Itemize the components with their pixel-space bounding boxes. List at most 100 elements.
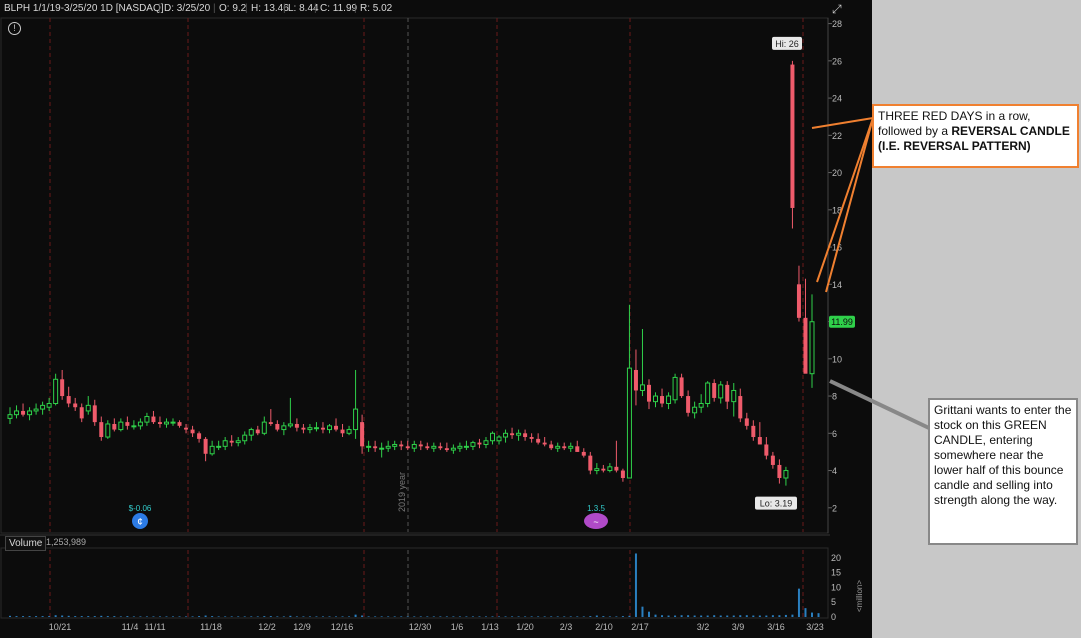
red-note-line1: THREE RED DAYS in a row,	[878, 109, 1031, 123]
red-note-line3-bold: (I.E. REVERSAL PATTERN)	[878, 139, 1031, 153]
volume-bar	[595, 615, 598, 617]
volume-bar	[132, 616, 135, 617]
price-chart: 24681012141618202224262810/2111/411/1111…	[0, 17, 864, 632]
volume-bar	[602, 616, 605, 617]
volume-bar	[667, 615, 670, 617]
volume-bar	[511, 616, 514, 617]
candle-body	[438, 446, 443, 449]
candle-body	[705, 382, 711, 405]
y-tick-label: 16	[832, 243, 842, 253]
candle-body	[79, 407, 84, 419]
volume-bar	[308, 616, 311, 617]
volume-unit: <million>	[855, 580, 864, 612]
candle-body	[809, 321, 815, 375]
last-price-label: 11.99	[831, 317, 853, 327]
candle-body	[301, 427, 306, 430]
volume-bar	[400, 616, 403, 617]
candle-body	[334, 425, 339, 430]
candle-body	[757, 437, 762, 445]
candle-body	[7, 414, 13, 419]
candle-body	[85, 404, 91, 412]
candle-body	[392, 443, 398, 447]
candle-body	[242, 434, 248, 442]
candle-body	[601, 468, 606, 471]
volume-bar	[543, 616, 546, 617]
candle-body	[725, 384, 730, 402]
candle-body	[594, 468, 600, 472]
volume-bar	[145, 616, 148, 617]
candle-body	[483, 440, 489, 445]
candle-body	[197, 433, 202, 439]
candle-body	[105, 423, 111, 438]
candle-body	[712, 383, 717, 398]
volume-bar	[654, 614, 657, 617]
candle-body	[14, 410, 20, 416]
candle-body	[777, 464, 782, 478]
candle-body	[40, 404, 46, 410]
candle-body	[411, 443, 417, 449]
candle-body	[516, 432, 522, 436]
candle-body	[46, 403, 52, 408]
volume-bar	[628, 615, 631, 617]
volume-bar	[165, 616, 168, 617]
volume-bar	[119, 616, 122, 617]
candle-body	[21, 410, 26, 415]
volume-bar	[15, 616, 18, 617]
candle-body	[379, 447, 385, 450]
news-icon-glyph: ~	[593, 517, 598, 527]
candle-body	[203, 438, 208, 454]
reversal-pattern-note: THREE RED DAYS in a row, followed by a R…	[872, 104, 1079, 168]
candle-body	[405, 446, 410, 449]
candle-body	[626, 367, 632, 479]
chart-panel[interactable]: BLPH 1/1/19-3/25/20 1D [NASDAQ] | D: 3/2…	[0, 0, 872, 638]
x-tick-label: 12/9	[293, 622, 311, 632]
candle-body	[431, 445, 437, 449]
lo-label: Lo: 3.19	[760, 499, 793, 509]
volume-bar	[380, 616, 383, 617]
volume-bar	[230, 616, 233, 617]
candle-body	[607, 466, 613, 472]
volume-tick-label: 5	[831, 597, 836, 607]
candle-body	[744, 418, 749, 426]
candle-body	[326, 425, 332, 431]
volume-bar	[445, 616, 448, 617]
volume-bar	[256, 616, 259, 617]
x-tick-label: 12/16	[331, 622, 354, 632]
volume-bar	[204, 615, 207, 617]
candle-body	[60, 379, 65, 397]
volume-bar	[413, 616, 416, 617]
x-tick-label: 2/17	[631, 622, 649, 632]
volume-bar	[641, 606, 644, 617]
volume-bar	[732, 615, 735, 617]
candle-body	[790, 64, 795, 208]
volume-bar	[41, 616, 44, 617]
volume-bar	[302, 616, 305, 617]
volume-bar	[126, 616, 129, 617]
volume-bar	[719, 615, 722, 617]
y-tick-label: 28	[832, 19, 842, 29]
volume-bar	[784, 614, 787, 617]
y-tick-label: 22	[832, 131, 842, 141]
volume-bar	[282, 616, 285, 617]
y-tick-label: 14	[832, 280, 842, 290]
candle-body	[112, 423, 117, 430]
volume-bar	[765, 615, 768, 617]
candle-body	[360, 422, 365, 447]
volume-bar	[250, 616, 253, 617]
candle-body	[425, 446, 430, 449]
y-tick-label: 8	[832, 392, 837, 402]
volume-bar	[224, 616, 227, 617]
candle-body	[287, 423, 293, 427]
candle-body	[633, 369, 638, 391]
candle-body	[137, 421, 143, 427]
candle-body	[639, 384, 645, 391]
volume-bar	[217, 616, 220, 617]
x-tick-label: 11/4	[122, 622, 139, 632]
volume-bar	[661, 615, 664, 617]
candle-body	[731, 389, 737, 403]
volume-bar	[647, 611, 650, 617]
y-tick-label: 26	[832, 56, 842, 66]
volume-bar	[680, 615, 683, 617]
candle-body	[366, 445, 372, 448]
candle-body	[268, 422, 273, 424]
